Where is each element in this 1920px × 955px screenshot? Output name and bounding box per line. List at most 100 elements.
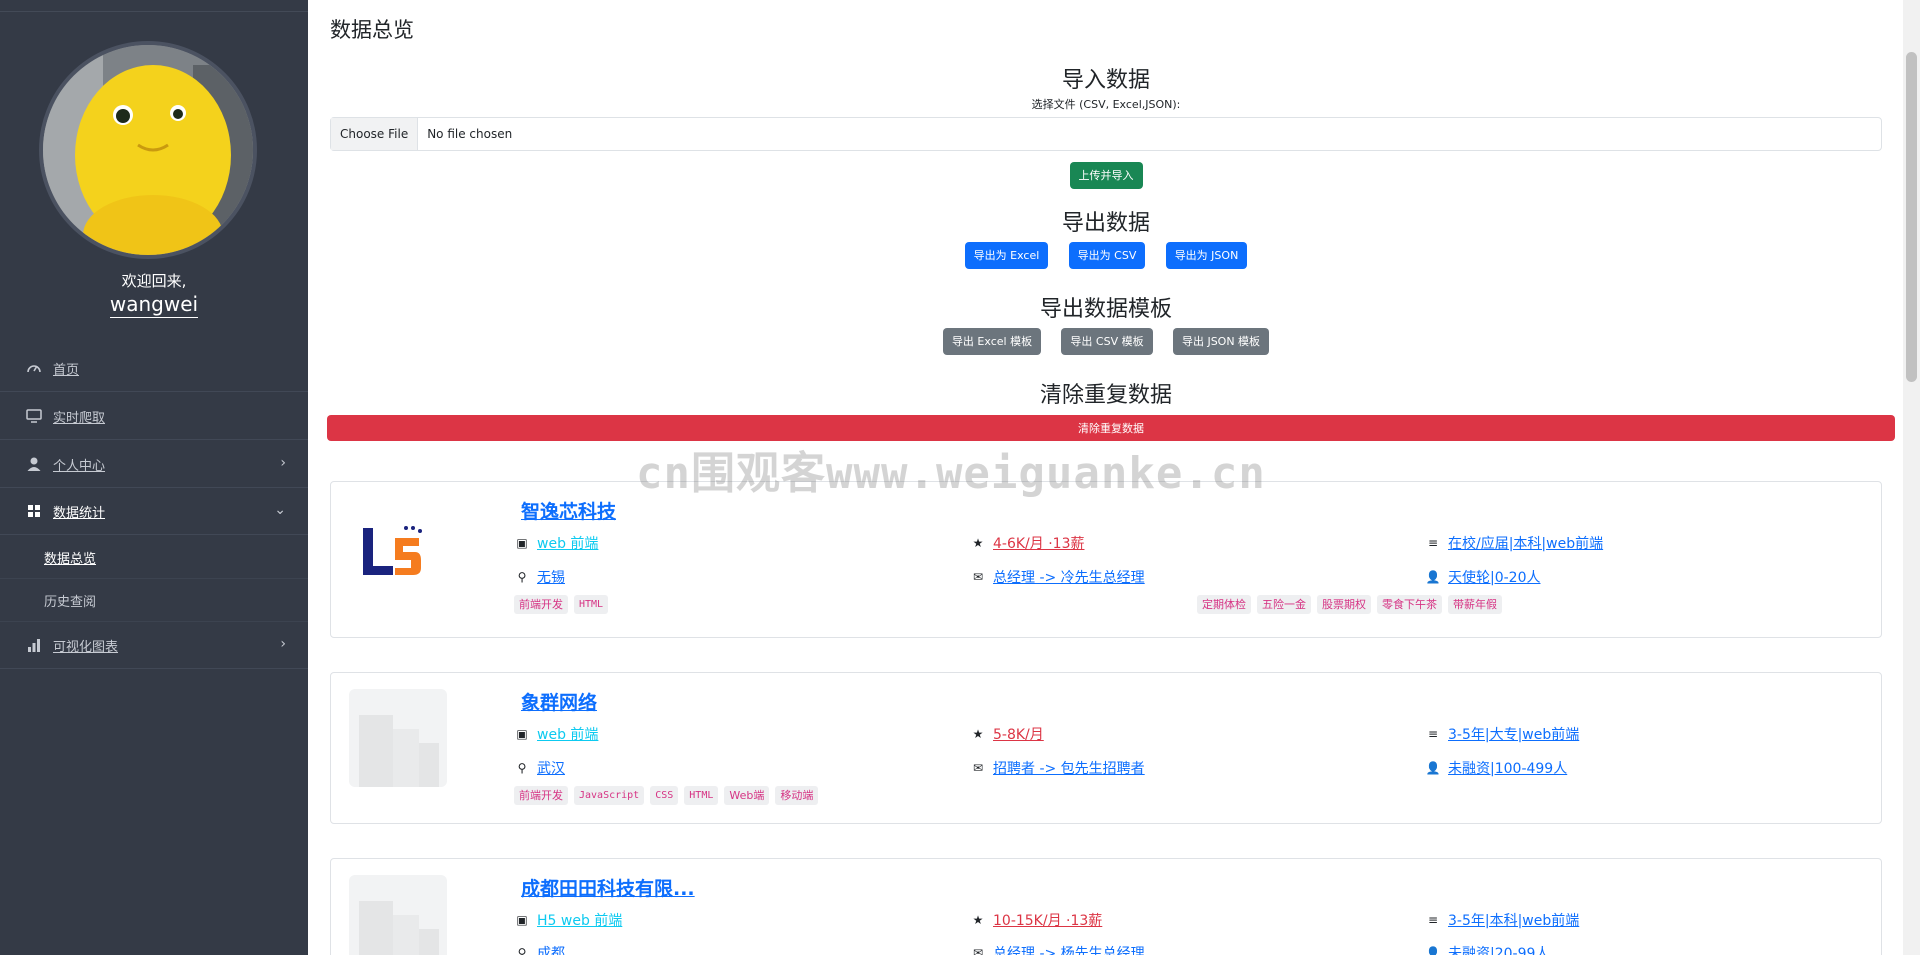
sidebar-item-home[interactable]: 首页: [0, 345, 308, 392]
sidebar-item-statistics[interactable]: 数据统计 ⌄: [0, 488, 308, 535]
hr-field: ✉ 总经理 -> 冷先生总经理: [971, 567, 1145, 587]
position-link[interactable]: web 前端: [537, 724, 598, 744]
export-template-heading: 导出数据模板: [1039, 297, 1172, 322]
sidebar-subitem-history[interactable]: 历史查阅: [0, 579, 308, 622]
briefcase-icon: ▣: [516, 913, 528, 927]
sidebar-item-label: 数据统计: [53, 505, 106, 521]
company-info-link[interactable]: 未融资|100-499人: [1448, 758, 1567, 778]
star-icon: ★: [972, 913, 984, 927]
sidebar-item-crawl[interactable]: 实时爬取: [0, 393, 308, 440]
upload-row: 上传并导入: [330, 162, 1882, 189]
star-icon: ★: [972, 536, 984, 550]
skill-tags: 前端开发 JavaScript CSS HTML Web端 移动端: [514, 786, 819, 805]
export-csv-button[interactable]: 导出为 CSV: [1068, 242, 1146, 269]
company-name-link[interactable]: 成都田田科技有限...: [521, 874, 695, 901]
sidebar-item-charts[interactable]: 可视化图表 ›: [0, 622, 308, 669]
city-link[interactable]: 无锡: [537, 567, 565, 587]
list-icon: ≡: [1427, 536, 1439, 550]
sidebar-item-profile[interactable]: 个人中心 ›: [0, 441, 308, 488]
welcome-text: 欢迎回来,: [121, 272, 187, 290]
file-input[interactable]: Choose File No file chosen: [330, 117, 1882, 151]
chevron-right-icon: ›: [280, 636, 286, 652]
sidebar-item-label: 个人中心: [53, 458, 106, 474]
username[interactable]: wangwei: [0, 292, 308, 318]
envelope-icon: ✉: [972, 570, 984, 584]
company-info-field: 👤 未融资|20-99人: [1425, 943, 1550, 955]
sidebar-item-label: 可视化图表: [53, 639, 119, 655]
skill-tag: HTML: [684, 786, 719, 805]
user-icon: [25, 455, 43, 473]
skill-tag: Web端: [724, 786, 770, 805]
welfare-tags: 定期体检 五险一金 股票期权 零食下午茶 带薪年假: [1197, 595, 1502, 614]
dedupe-heading: 清除重复数据: [1039, 383, 1172, 408]
welfare-tag: 零食下午茶: [1377, 595, 1442, 614]
position-link[interactable]: H5 web 前端: [537, 910, 622, 930]
file-label: 选择文件 (CSV, Excel,JSON):: [1031, 98, 1181, 111]
city-link[interactable]: 成都: [537, 943, 565, 955]
bar-chart-icon: [25, 636, 43, 654]
divider: [0, 11, 308, 12]
briefcase-icon: ▣: [516, 536, 528, 550]
export-json-template-button[interactable]: 导出 JSON 模板: [1172, 328, 1270, 355]
export-csv-template-button[interactable]: 导出 CSV 模板: [1061, 328, 1153, 355]
briefcase-icon: ▣: [516, 727, 528, 741]
avatar: [39, 41, 257, 259]
skill-tag: 前端开发: [514, 786, 568, 805]
company-info-link[interactable]: 天使轮|0-20人: [1448, 567, 1541, 587]
salary-field: ★ 5-8K/月: [971, 724, 1044, 744]
salary-link[interactable]: 10-15K/月 ·13薪: [993, 910, 1102, 930]
sidebar: 欢迎回来, wangwei 首页 实时爬取 个人中心 › 数据统计 ⌄ 数据总览…: [0, 0, 308, 955]
export-buttons: 导出为 Excel 导出为 CSV 导出为 JSON: [330, 242, 1882, 269]
company-name-link[interactable]: 智逸芯科技: [521, 497, 616, 524]
upload-import-button[interactable]: 上传并导入: [1069, 162, 1143, 189]
company-info-field: 👤 天使轮|0-20人: [1426, 567, 1541, 587]
hr-link[interactable]: 总经理 -> 杨先生总经理: [993, 943, 1145, 955]
welfare-tag: 定期体检: [1197, 595, 1251, 614]
person-icon: 👤: [1425, 946, 1441, 955]
job-card: 智逸芯科技 ▣ web 前端 ★ 4-6K/月 ·13薪 ≡ 在校/应届|本科|web…: [330, 481, 1882, 638]
salary-link[interactable]: 4-6K/月 ·13薪: [993, 533, 1084, 553]
page-title: 数据总览: [330, 18, 414, 42]
position-field: ▣ H5 web 前端: [515, 910, 622, 930]
import-heading: 导入数据: [1061, 68, 1150, 93]
requirements-link[interactable]: 3-5年|大专|web前端: [1448, 724, 1579, 744]
sidebar-subitem-overview[interactable]: 数据总览: [0, 536, 308, 579]
export-excel-template-button[interactable]: 导出 Excel 模板: [942, 328, 1042, 355]
export-excel-button[interactable]: 导出为 Excel: [964, 242, 1049, 269]
export-heading: 导出数据: [1061, 211, 1150, 236]
scrollbar-thumb[interactable]: [1906, 52, 1917, 382]
company-logo[interactable]: [349, 498, 447, 596]
choose-file-button[interactable]: Choose File: [331, 118, 419, 150]
position-field: ▣ web 前端: [515, 533, 598, 553]
person-icon: 👤: [1425, 570, 1441, 584]
city-field: ⚲ 成都: [515, 943, 565, 955]
requirements-link[interactable]: 3-5年|本科|web前端: [1448, 910, 1579, 930]
skill-tags: 前端开发 HTML: [514, 595, 609, 614]
location-pin-icon: ⚲: [517, 761, 527, 775]
watermark: cn围观客www.weiguanke.cn: [636, 448, 1266, 499]
location-pin-icon: ⚲: [517, 570, 527, 584]
monitor-icon: [25, 407, 43, 425]
sidebar-item-label: 首页: [53, 362, 80, 378]
position-link[interactable]: web 前端: [537, 533, 598, 553]
hr-link[interactable]: 总经理 -> 冷先生总经理: [993, 567, 1145, 587]
location-pin-icon: ⚲: [517, 946, 527, 955]
hr-link[interactable]: 招聘者 -> 包先生招聘者: [993, 758, 1145, 778]
person-icon: 👤: [1425, 761, 1441, 775]
company-logo-placeholder[interactable]: [349, 875, 447, 955]
envelope-icon: ✉: [972, 946, 984, 955]
skill-tag: 前端开发: [514, 595, 568, 614]
company-logo-placeholder[interactable]: [349, 689, 447, 787]
grid-icon: [25, 502, 43, 520]
company-name-link[interactable]: 象群网络: [521, 688, 597, 715]
export-json-button[interactable]: 导出为 JSON: [1165, 242, 1248, 269]
city-link[interactable]: 武汉: [537, 758, 565, 778]
envelope-icon: ✉: [972, 761, 984, 775]
hr-field: ✉ 招聘者 -> 包先生招聘者: [971, 758, 1145, 778]
skill-tag: HTML: [574, 595, 609, 614]
salary-link[interactable]: 5-8K/月: [993, 724, 1044, 744]
requirements-link[interactable]: 在校/应届|本科|web前端: [1448, 533, 1603, 553]
company-info-link[interactable]: 未融资|20-99人: [1448, 943, 1549, 955]
chevron-right-icon: ›: [280, 455, 286, 471]
skill-tag: JavaScript: [574, 786, 645, 805]
